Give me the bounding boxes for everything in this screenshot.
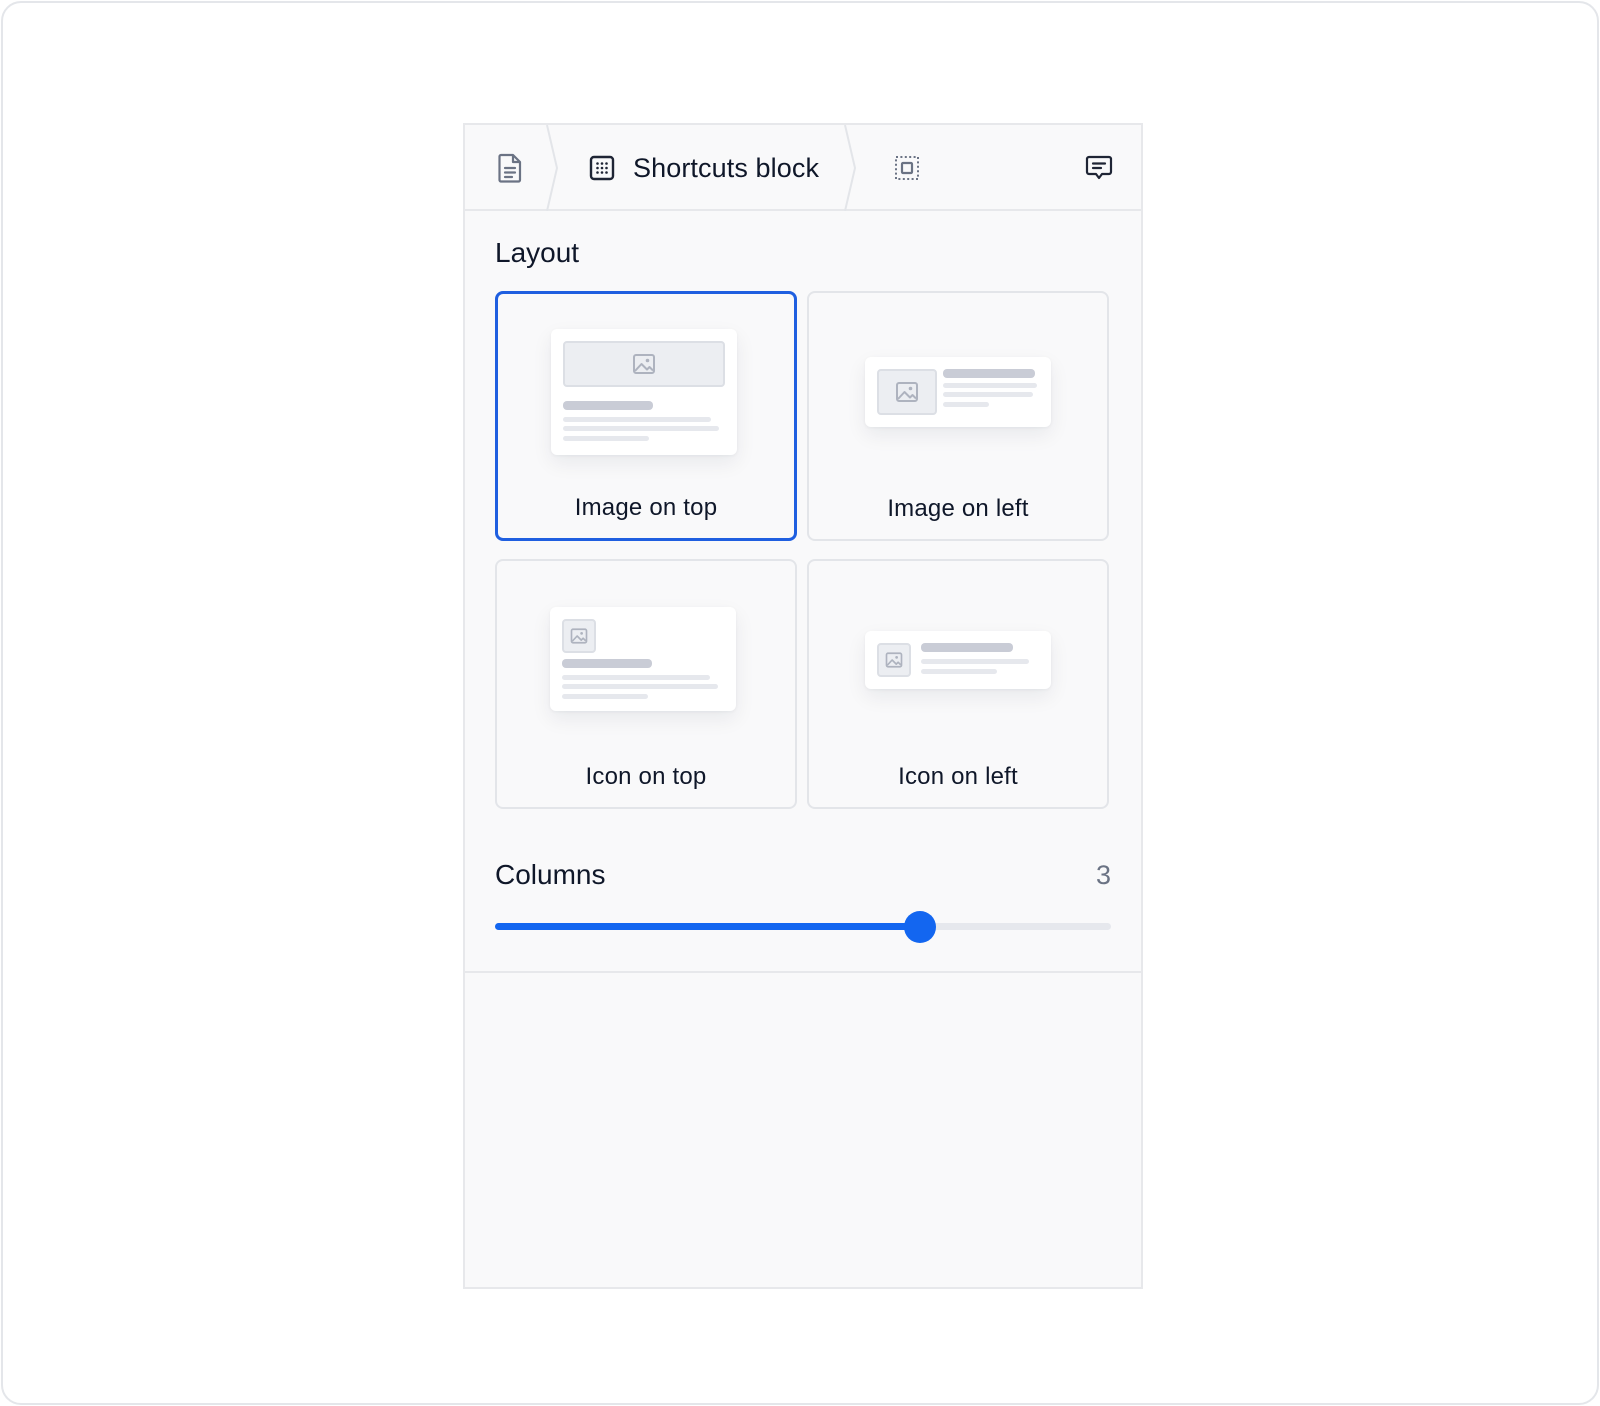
select-frame-icon[interactable] — [894, 155, 920, 181]
image-on-top-preview — [551, 329, 737, 455]
breadcrumb-title[interactable]: Shortcuts block — [633, 149, 819, 187]
columns-slider[interactable] — [495, 911, 1111, 943]
image-on-left-preview — [865, 357, 1051, 427]
icon-placeholder — [562, 619, 596, 653]
layout-option-label: Image on top — [574, 494, 718, 521]
columns-row: Columns 3 — [495, 857, 1111, 897]
section-divider — [465, 971, 1141, 973]
layout-option-image-on-top[interactable]: Image on top — [495, 291, 797, 541]
layout-heading: Layout — [495, 237, 580, 268]
columns-heading: Columns — [495, 859, 606, 890]
image-placeholder — [877, 369, 937, 415]
image-icon — [570, 628, 588, 644]
breadcrumb-separator — [545, 125, 569, 211]
slider-thumb[interactable] — [904, 911, 937, 943]
canvas: Shortcuts block Layout Image on top Imag… — [1, 1, 1599, 1405]
columns-value: 3 — [1095, 860, 1111, 890]
image-placeholder — [563, 341, 725, 387]
breadcrumb-separator — [843, 125, 867, 211]
image-icon — [885, 652, 903, 668]
comment-icon[interactable] — [1085, 154, 1113, 182]
document-icon[interactable] — [497, 153, 523, 183]
layout-option-image-on-left[interactable]: Image on left — [807, 291, 1109, 541]
breadcrumb: Shortcuts block — [465, 125, 1141, 211]
layout-option-icon-on-left[interactable]: Icon on left — [807, 559, 1109, 809]
slider-fill — [495, 923, 921, 930]
icon-placeholder — [877, 643, 911, 677]
image-icon — [633, 354, 655, 374]
layout-option-label: Icon on left — [898, 763, 1018, 790]
grid-dots-icon — [589, 155, 615, 181]
layout-option-label: Icon on top — [585, 763, 707, 790]
layout-option-label: Image on left — [887, 495, 1029, 522]
block-settings-panel: Shortcuts block Layout Image on top Imag… — [463, 123, 1143, 1289]
layout-option-icon-on-top[interactable]: Icon on top — [495, 559, 797, 809]
image-icon — [896, 382, 918, 402]
icon-on-top-preview — [550, 607, 736, 711]
icon-on-left-preview — [865, 631, 1051, 689]
